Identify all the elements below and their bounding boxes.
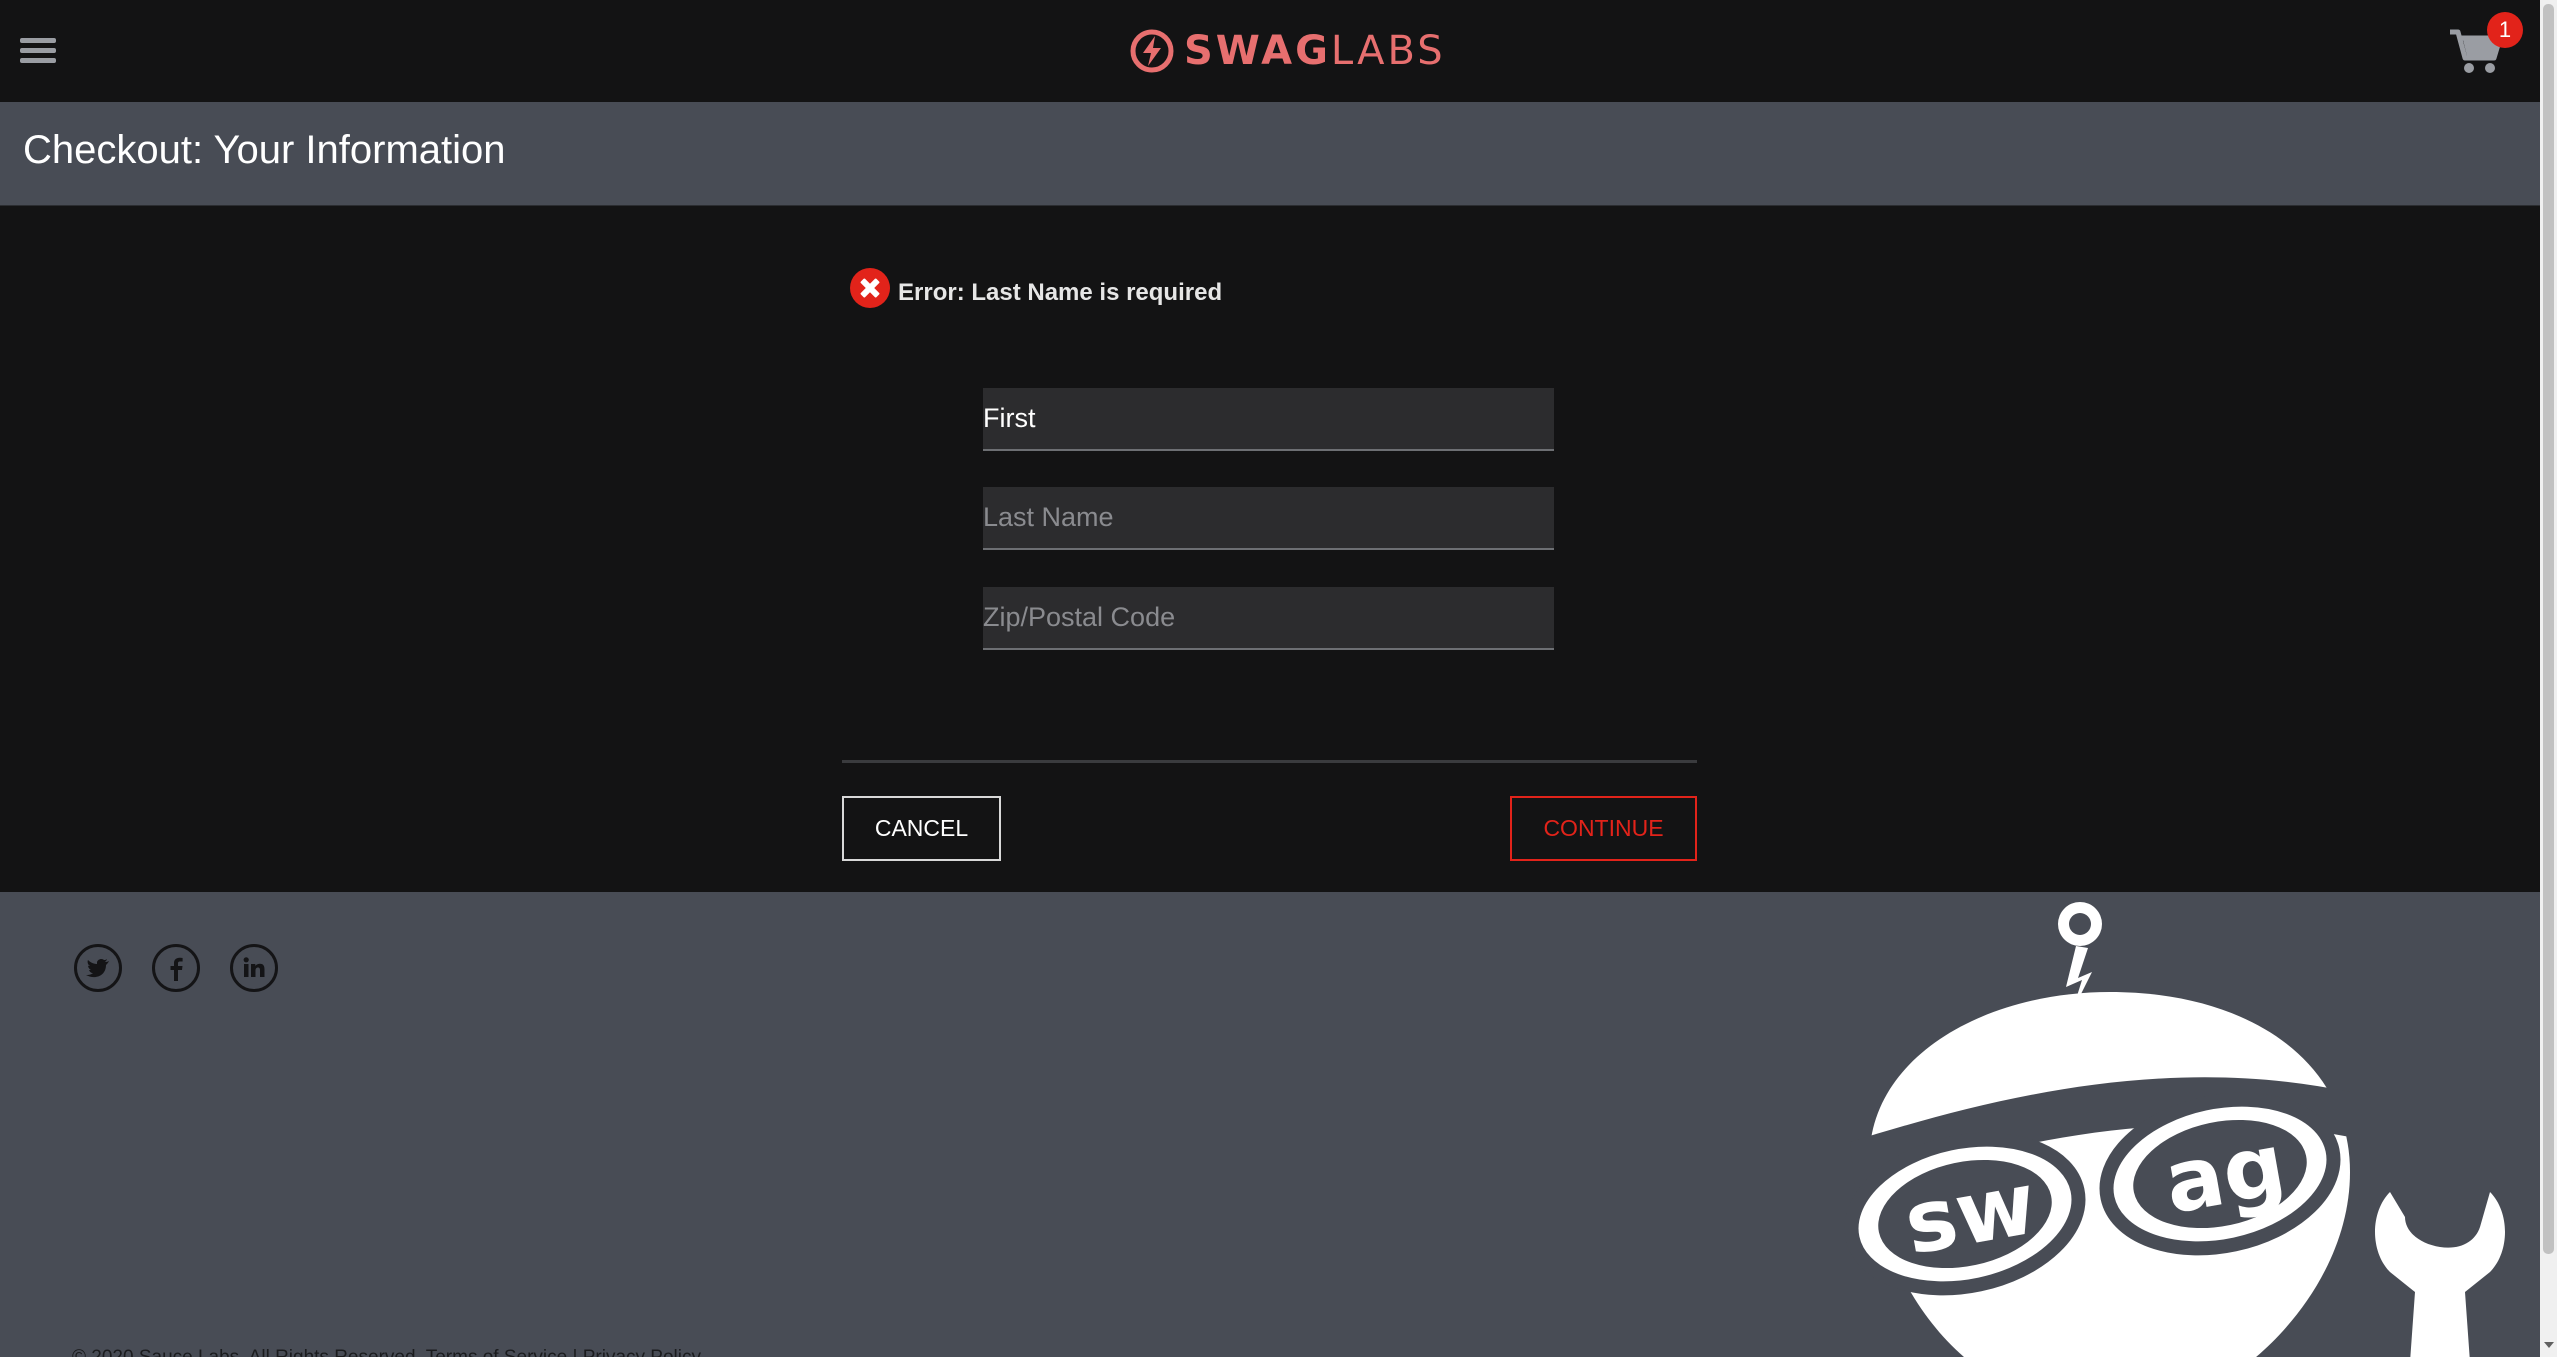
facebook-icon[interactable] xyxy=(152,944,200,992)
cart-badge[interactable]: 1 xyxy=(2487,12,2523,48)
scroll-down-arrow-icon[interactable] xyxy=(2544,1342,2554,1348)
header: SWAGLABS 1 xyxy=(0,0,2540,102)
error-message-container: Error: Last Name is required xyxy=(850,268,1223,308)
hamburger-menu-icon[interactable] xyxy=(20,38,56,68)
last-name-field[interactable] xyxy=(983,487,1554,550)
continue-button[interactable]: CONTINUE xyxy=(1510,796,1697,861)
page-title: Checkout: Your Information xyxy=(23,128,506,172)
first-name-field[interactable] xyxy=(983,388,1554,451)
logo-bolt-icon xyxy=(1130,29,1174,73)
swag-labs-logo: SWAGLABS xyxy=(1130,24,1446,78)
mascot-text-right: ag xyxy=(2157,1115,2292,1234)
error-x-icon[interactable] xyxy=(850,268,890,308)
scrollbar-thumb[interactable] xyxy=(2543,4,2554,1254)
footer: sw ag © 2020 Sauce Labs. All Rights Rese… xyxy=(0,892,2540,1357)
swag-bot-mascot: sw ag xyxy=(1844,902,2505,1357)
logo-text-bold: SWAG xyxy=(1184,28,1331,74)
logo-text-light: LABS xyxy=(1330,28,1446,74)
twitter-icon[interactable] xyxy=(74,944,122,992)
copyright-text: © 2020 Sauce Labs. All Rights Reserved. … xyxy=(72,1347,701,1357)
zip-postal-code-field[interactable] xyxy=(983,587,1554,650)
form-divider xyxy=(842,760,1697,763)
error-message: Error: Last Name is required xyxy=(898,279,1223,306)
cancel-button[interactable]: CANCEL xyxy=(842,796,1001,861)
page-scrollbar[interactable] xyxy=(2540,0,2557,1357)
title-bar: Checkout: Your Information xyxy=(0,102,2540,206)
linkedin-icon[interactable] xyxy=(230,944,278,992)
